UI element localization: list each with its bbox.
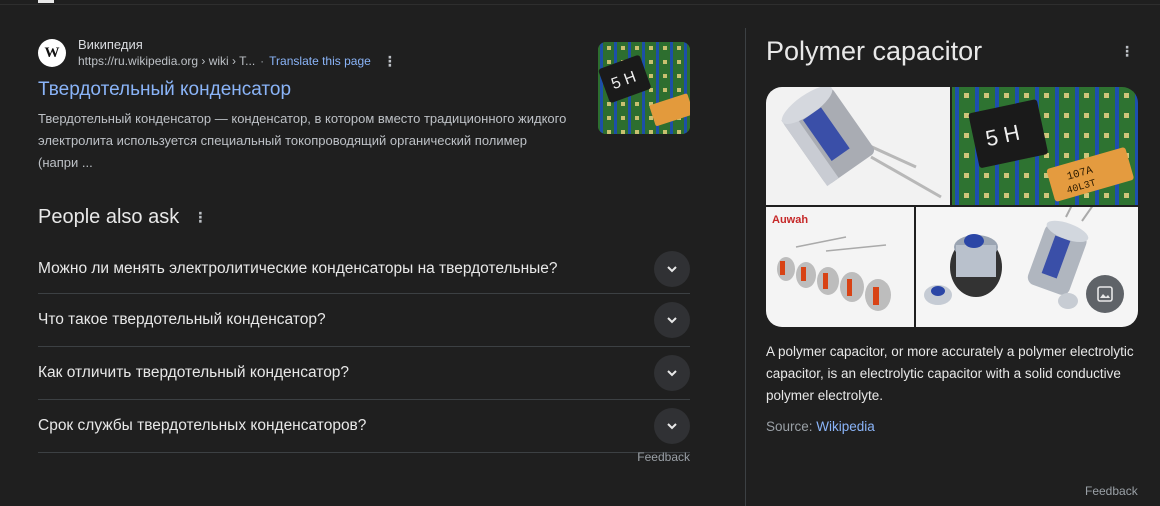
chevron-down-icon[interactable] (654, 355, 690, 391)
chevron-down-icon[interactable] (654, 408, 690, 444)
result-source[interactable]: W Википедия https://ru.wikipedia.org › w… (38, 36, 690, 70)
paa-question-2[interactable]: Что такое твердотельный конденсатор? (38, 294, 690, 347)
more-vert-icon[interactable]: ⋮ (1120, 43, 1134, 60)
wikipedia-favicon-icon: W (38, 39, 66, 67)
more-vert-icon[interactable]: ⋮ (383, 53, 397, 70)
paa-question-text: Как отличить твердотельный конденсатор? (38, 364, 350, 381)
paa-question-text: Что такое твердотельный конденсатор? (38, 311, 326, 328)
kp-description: A polymer capacitor, or more accurately … (766, 344, 1134, 403)
top-divider (0, 4, 1160, 5)
people-also-ask: People also ask ⋮ Можно ли менять электр… (38, 196, 690, 464)
active-tab-indicator (38, 0, 54, 3)
result-snippet: Твердотельный конденсатор — конденсатор,… (38, 111, 567, 170)
search-result-wikipedia: W Википедия https://ru.wikipedia.org › w… (38, 36, 690, 174)
paa-question-text: Срок службы твердотельных конденсаторов? (38, 417, 367, 434)
kp-image-3-brand: Auwah (772, 214, 808, 226)
translate-page-link[interactable]: Translate this page (269, 53, 371, 70)
kp-source-label: Source: (766, 419, 813, 434)
chevron-down-icon[interactable] (654, 302, 690, 338)
kp-source-link[interactable]: Wikipedia (816, 419, 875, 434)
kp-image-3[interactable]: Auwah (766, 207, 914, 327)
kp-feedback-link[interactable]: Feedback (1085, 484, 1138, 498)
column-divider (745, 28, 746, 506)
knowledge-panel: Polymer capacitor ⋮ 5 H 107A 40L3T Auwah… (766, 36, 1138, 434)
kp-source: Source: Wikipedia (766, 419, 1138, 434)
result-url: https://ru.wikipedia.org › wiki › T... (78, 54, 256, 68)
kp-image-1[interactable] (766, 87, 950, 205)
images-icon[interactable] (1086, 275, 1124, 313)
url-separator: · (260, 54, 265, 68)
kp-image-gallery: 5 H 107A 40L3T Auwah (766, 87, 1138, 327)
more-vert-icon[interactable]: ⋮ (193, 209, 207, 226)
site-name: Википедия (78, 37, 143, 52)
kp-image-2[interactable]: 5 H 107A 40L3T (952, 87, 1138, 205)
paa-question-1[interactable]: Можно ли менять электролитические конден… (38, 244, 690, 294)
paa-feedback-link[interactable]: Feedback (637, 450, 690, 464)
result-thumbnail[interactable]: 5 H (598, 42, 690, 134)
kp-title: Polymer capacitor (766, 36, 983, 66)
paa-title: People also ask (38, 205, 180, 228)
paa-question-4[interactable]: Срок службы твердотельных конденсаторов? (38, 400, 690, 453)
paa-question-text: Можно ли менять электролитические конден… (38, 259, 558, 277)
result-title-link[interactable]: Твердотельный конденсатор (38, 78, 690, 102)
chevron-down-icon[interactable] (654, 250, 690, 287)
paa-question-3[interactable]: Как отличить твердотельный конденсатор? (38, 347, 690, 400)
